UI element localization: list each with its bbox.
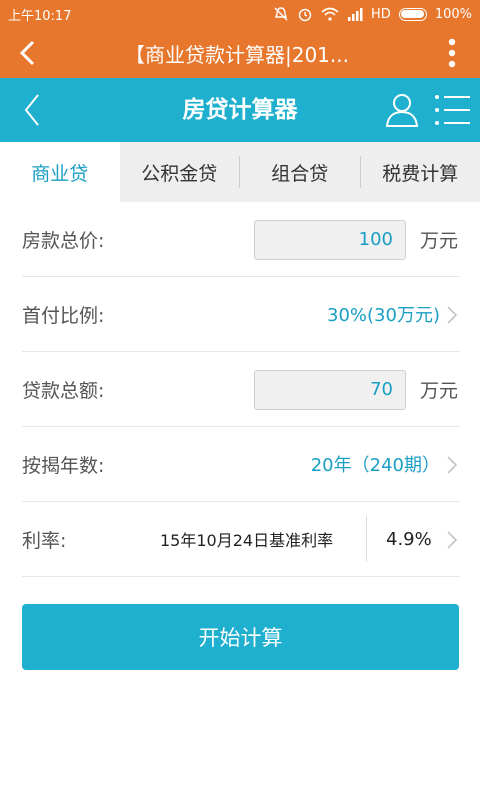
tab-provident-fund-loan[interactable]: 公积金贷 — [120, 142, 240, 202]
tab-tax-calculation[interactable]: 税费计算 — [361, 142, 480, 202]
interest-rate-value: 4.9% — [386, 528, 432, 550]
battery-level — [401, 10, 425, 18]
total-price-input[interactable]: 100 — [254, 220, 406, 260]
loan-amount-unit: 万元 — [419, 379, 458, 402]
app-header: 房贷计算器 — [0, 78, 480, 142]
loan-amount-label: 贷款总额: — [22, 379, 105, 402]
mute-icon — [273, 6, 289, 22]
tab-commercial-loan[interactable]: 商业贷 — [0, 142, 120, 202]
status-time: 上午10:17 — [8, 8, 72, 24]
total-price-unit: 万元 — [419, 229, 458, 252]
battery-percent: 100% — [434, 6, 472, 22]
start-calculation-button[interactable]: 开始计算 — [22, 604, 459, 670]
menu-list-button[interactable] — [434, 94, 472, 126]
status-bar: 上午10:17 HD 100% — [0, 0, 480, 28]
rate-divider — [366, 516, 367, 562]
loan-amount-input[interactable]: 70 — [254, 370, 406, 410]
browser-bar: 【商业贷款计算器|201... — [0, 28, 480, 78]
network-type: HD — [371, 6, 391, 22]
down-payment-row[interactable]: 首付比例: 30%(30万元) — [22, 277, 460, 352]
wifi-icon — [321, 7, 339, 21]
loan-type-tabs: 商业贷 公积金贷 组合贷 税费计算 — [0, 142, 480, 202]
chevron-right-icon — [447, 306, 458, 324]
user-button[interactable] — [382, 92, 422, 128]
signal-icon — [347, 7, 363, 21]
alarm-icon — [297, 6, 313, 22]
loan-form: 房款总价: 100 万元 首付比例: 30%(30万元) 贷款总额: 70 万元… — [22, 202, 460, 577]
browser-title: 【商业贷款计算器|201... — [125, 42, 349, 67]
status-icons: HD 100% — [273, 6, 472, 22]
chevron-left-icon — [24, 94, 39, 126]
down-payment-value: 30%(30万元) — [327, 305, 440, 326]
browser-back-button[interactable] — [0, 28, 56, 78]
battery-icon — [398, 7, 427, 21]
total-price-row: 房款总价: 100 万元 — [22, 202, 460, 277]
loan-term-label: 按揭年数: — [22, 454, 105, 477]
chevron-right-icon — [447, 456, 458, 474]
more-vert-icon — [448, 38, 456, 68]
back-button[interactable] — [0, 78, 64, 142]
list-icon — [435, 95, 470, 125]
interest-rate-description: 15年10月24日基准利率 — [160, 531, 334, 550]
loan-term-value: 20年（240期） — [310, 455, 440, 476]
interest-rate-row[interactable]: 利率: 15年10月24日基准利率 4.9% — [22, 502, 460, 577]
loan-term-row[interactable]: 按揭年数: 20年（240期） — [22, 427, 460, 502]
chevron-right-icon — [447, 531, 458, 549]
loan-amount-row: 贷款总额: 70 万元 — [22, 352, 460, 427]
overflow-menu-button[interactable] — [424, 28, 480, 78]
interest-rate-label: 利率: — [22, 529, 67, 552]
back-arrow-icon — [19, 40, 35, 66]
tab-combined-loan[interactable]: 组合贷 — [240, 142, 360, 202]
user-icon — [385, 94, 419, 127]
total-price-label: 房款总价: — [22, 229, 105, 252]
down-payment-label: 首付比例: — [22, 304, 105, 327]
